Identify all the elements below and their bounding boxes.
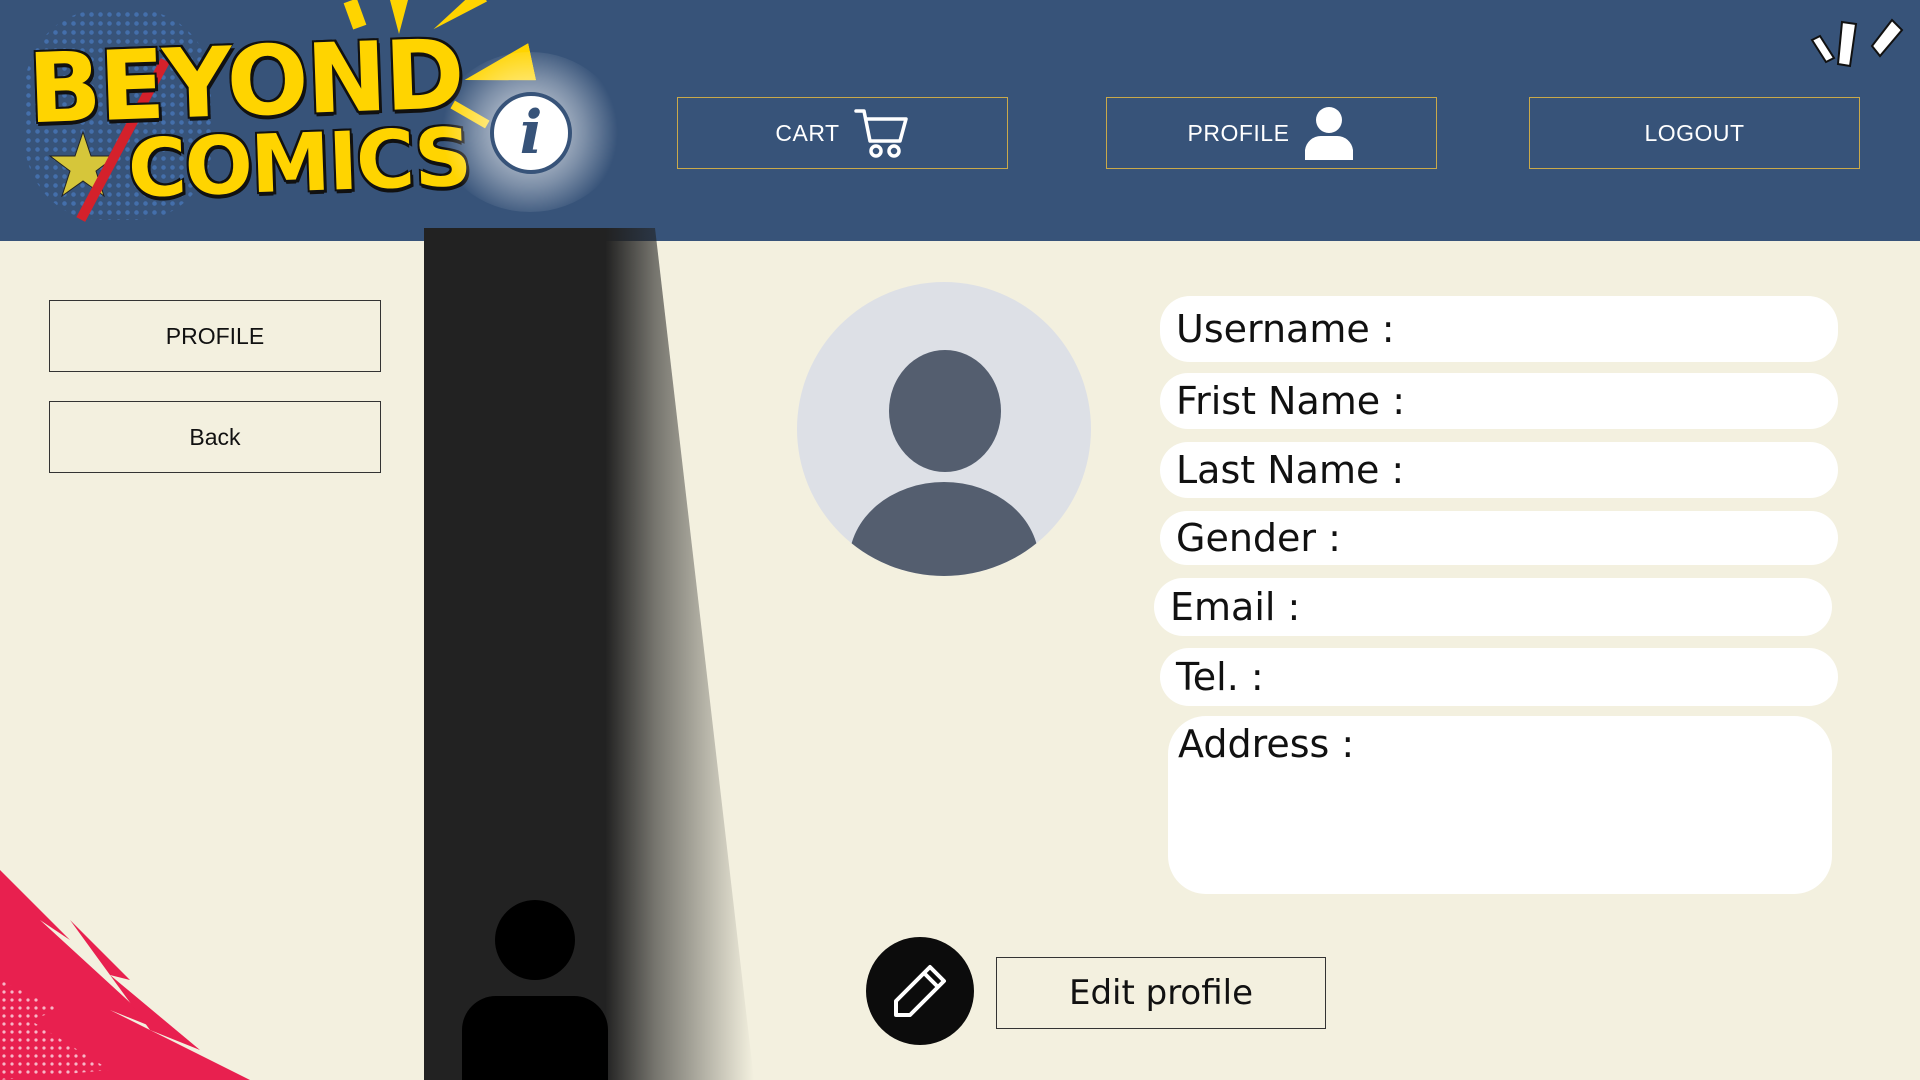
comic-burst-decoration: [0, 870, 250, 1080]
address-field[interactable]: Address :: [1168, 716, 1832, 894]
tel-label: Tel. :: [1176, 655, 1264, 699]
cart-button[interactable]: CART: [677, 97, 1008, 169]
default-avatar-icon: [889, 350, 1001, 472]
logo-text: BEYOND COMICS: [26, 18, 471, 215]
gender-field[interactable]: Gender :: [1160, 511, 1838, 565]
first-name-label: Frist Name :: [1176, 379, 1406, 423]
email-label: Email :: [1170, 585, 1301, 629]
edit-icon-button[interactable]: [866, 937, 974, 1045]
profile-nav-label: PROFILE: [1187, 119, 1290, 146]
avatar-body: [849, 482, 1039, 576]
profile-avatar[interactable]: [797, 282, 1091, 576]
cart-label: CART: [775, 119, 840, 146]
address-label: Address :: [1178, 722, 1355, 766]
email-field[interactable]: Email :: [1154, 578, 1832, 636]
pencil-icon: [894, 965, 946, 1017]
profile-nav-button[interactable]: PROFILE: [1106, 97, 1437, 169]
last-name-label: Last Name :: [1176, 448, 1405, 492]
first-name-field[interactable]: Frist Name :: [1160, 373, 1838, 429]
beyond-comics-logo[interactable]: BEYOND COMICS: [18, 0, 438, 230]
logout-label: LOGOUT: [1644, 119, 1745, 146]
tel-field[interactable]: Tel. :: [1160, 648, 1838, 706]
back-label: Back: [189, 423, 241, 450]
top-header: BEYOND COMICS i CART PROFILE LOGOUT: [0, 0, 1920, 241]
info-button[interactable]: i: [490, 92, 572, 174]
logout-button[interactable]: LOGOUT: [1529, 97, 1860, 169]
back-button[interactable]: Back: [49, 401, 381, 473]
edit-profile-label: Edit profile: [1068, 973, 1254, 1013]
username-field[interactable]: Username :: [1160, 296, 1838, 362]
gender-label: Gender :: [1176, 516, 1341, 560]
last-name-field[interactable]: Last Name :: [1160, 442, 1838, 498]
username-label: Username :: [1176, 307, 1395, 351]
deco-strokes: [1810, 18, 1904, 68]
sidebar-profile-button[interactable]: PROFILE: [49, 300, 381, 372]
edit-profile-button[interactable]: Edit profile: [996, 957, 1326, 1029]
user-icon: [1305, 107, 1354, 160]
cart-icon: [853, 109, 908, 158]
user-silhouette-icon: [462, 900, 608, 1080]
logo-line-2: COMICS: [126, 110, 472, 216]
info-icon: i: [519, 98, 543, 168]
sidebar-profile-label: PROFILE: [165, 322, 265, 349]
